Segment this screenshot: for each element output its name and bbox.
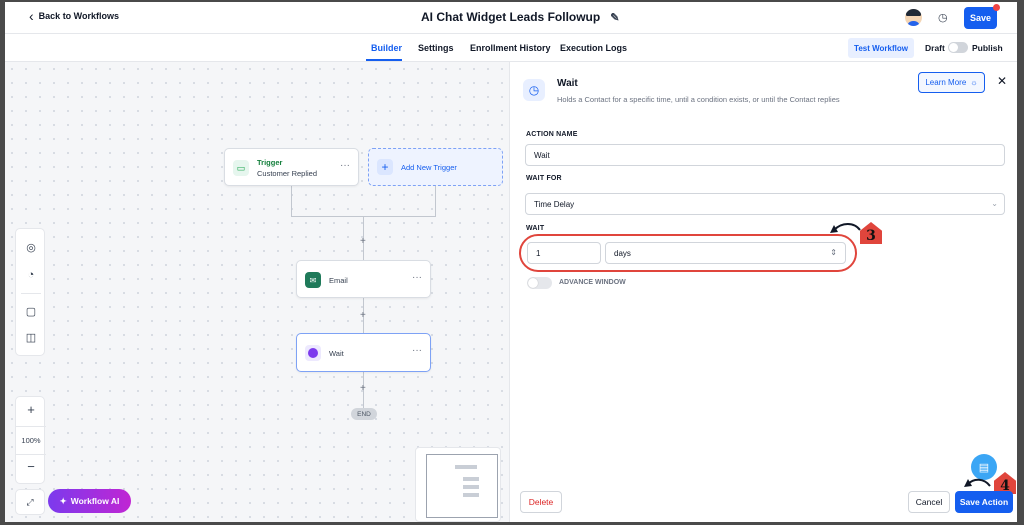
chat-icon: ▭ (233, 160, 249, 176)
zoom-level: 100% (21, 436, 41, 445)
action-name-input[interactable]: Wait (525, 144, 1005, 166)
add-step-plus[interactable]: + (360, 236, 366, 247)
save-label: Save (969, 13, 992, 23)
sparkle-icon: ✦ (59, 495, 67, 506)
back-label: Back to Workflows (38, 11, 120, 21)
app-window: ‹ Back to Workflows AI Chat Widget Leads… (5, 2, 1017, 522)
publish-label: Publish (972, 43, 1003, 53)
workflow-title: AI Chat Widget Leads Followup ✎ (421, 10, 619, 24)
learn-more-label: Learn More (925, 78, 967, 87)
add-trigger-label: Add New Trigger (401, 163, 457, 172)
more-icon[interactable]: ··· (340, 160, 350, 171)
delete-button[interactable]: Delete (520, 491, 562, 513)
wait-node-label: Wait (329, 349, 344, 358)
learn-more-button[interactable]: Learn More ☼ (918, 72, 985, 93)
zoom-out-button[interactable]: − (16, 459, 46, 474)
end-marker: END (351, 408, 377, 420)
lightbulb-icon: ☼ (970, 78, 978, 87)
close-icon[interactable]: ✕ (997, 74, 1007, 88)
tab-execution-logs[interactable]: Execution Logs (560, 43, 627, 53)
canvas-toolbox: ◎ ◔ ▢ ◫ (15, 228, 45, 356)
test-workflow-button[interactable]: Test Workflow (848, 38, 914, 58)
back-to-workflows-link[interactable]: ‹ Back to Workflows (29, 8, 120, 24)
wait-node[interactable]: Wait ··· (296, 333, 431, 372)
wait-label: WAIT (526, 225, 545, 232)
clock-icon: ◷ (523, 79, 545, 101)
tab-builder[interactable]: Builder (371, 43, 402, 53)
save-button[interactable]: Save (964, 4, 1000, 29)
draft-label: Draft (925, 43, 945, 53)
save-action-button[interactable]: Save Action (955, 491, 1013, 513)
plus-icon: + (377, 159, 393, 175)
trigger-title: Trigger (257, 158, 283, 167)
email-icon: ✉ (305, 272, 321, 288)
action-settings-panel: ◷ Wait Holds a Contact for a specific ti… (509, 62, 1017, 522)
panel-title: Wait (557, 78, 578, 89)
minimap-viewport (426, 454, 498, 518)
action-name-value: Wait (534, 151, 550, 160)
pencil-icon[interactable]: ✎ (610, 11, 619, 24)
tab-settings[interactable]: Settings (418, 43, 454, 53)
add-step-plus[interactable]: + (360, 310, 366, 321)
workflow-ai-label: Workflow AI (70, 496, 120, 506)
email-label: Email (329, 276, 348, 285)
wait-amount-input[interactable]: 1 (527, 242, 601, 264)
wait-unit-select[interactable]: days ⇕ (605, 242, 846, 264)
zoom-controls: + 100% − (15, 396, 46, 484)
wait-unit-value: days (614, 249, 631, 258)
zoom-in-button[interactable]: + (16, 402, 46, 417)
top-bar: ‹ Back to Workflows AI Chat Widget Leads… (5, 2, 1017, 34)
add-step-plus[interactable]: + (360, 383, 366, 394)
wait-for-label: WAIT FOR (526, 175, 562, 182)
notification-dot (993, 4, 1000, 11)
publish-toggle[interactable] (948, 42, 968, 53)
chevron-down-icon: ⌄ (991, 199, 998, 208)
active-tab-indicator (366, 59, 402, 61)
more-icon[interactable]: ··· (412, 345, 422, 356)
advance-window-label: ADVANCE WINDOW (559, 279, 626, 286)
minimap[interactable] (415, 447, 501, 522)
panel-description: Holds a Contact for a specific time, unt… (557, 95, 840, 104)
pie-chart-icon[interactable]: ◔ (23, 267, 39, 283)
action-name-label: ACTION NAME (526, 131, 578, 138)
workflow-title-text: AI Chat Widget Leads Followup (421, 10, 601, 24)
cancel-button[interactable]: Cancel (908, 491, 950, 513)
email-node[interactable]: ✉ Email ··· (296, 260, 431, 298)
wait-for-select[interactable]: Time Delay ⌄ (525, 193, 1005, 215)
add-new-trigger-button[interactable]: + Add New Trigger (368, 148, 503, 186)
connector-line (291, 186, 292, 216)
chevron-left-icon: ‹ (29, 8, 34, 24)
annotation-arrow-icon (964, 478, 991, 487)
advance-window-toggle[interactable] (527, 277, 552, 289)
comment-icon[interactable]: ▢ (23, 303, 39, 319)
trigger-node[interactable]: ▭ Trigger Customer Replied ··· (224, 148, 359, 186)
wait-for-value: Time Delay (534, 200, 575, 209)
history-icon[interactable]: ◷ (938, 11, 948, 24)
avatar[interactable] (905, 9, 922, 26)
workflow-ai-button[interactable]: ✦ Workflow AI (48, 489, 131, 513)
clock-icon (305, 345, 321, 361)
tab-bar: Builder Settings Enrollment History Exec… (5, 34, 1017, 62)
note-icon[interactable]: ◫ (23, 329, 39, 345)
annotation-arrow-icon (830, 223, 861, 233)
tab-enrollment-history[interactable]: Enrollment History (470, 43, 551, 53)
updown-chevron-icon: ⇕ (830, 248, 837, 257)
connector-line (435, 186, 436, 216)
wait-amount-value: 1 (536, 249, 541, 258)
check-circle-icon[interactable]: ◎ (23, 239, 39, 255)
fit-view-icon[interactable]: ⤢ (15, 489, 45, 515)
workflow-canvas[interactable]: + + + ▭ Trigger Customer Replied ··· + A… (5, 62, 509, 522)
more-icon[interactable]: ··· (412, 272, 422, 283)
trigger-subtitle: Customer Replied (257, 169, 318, 178)
